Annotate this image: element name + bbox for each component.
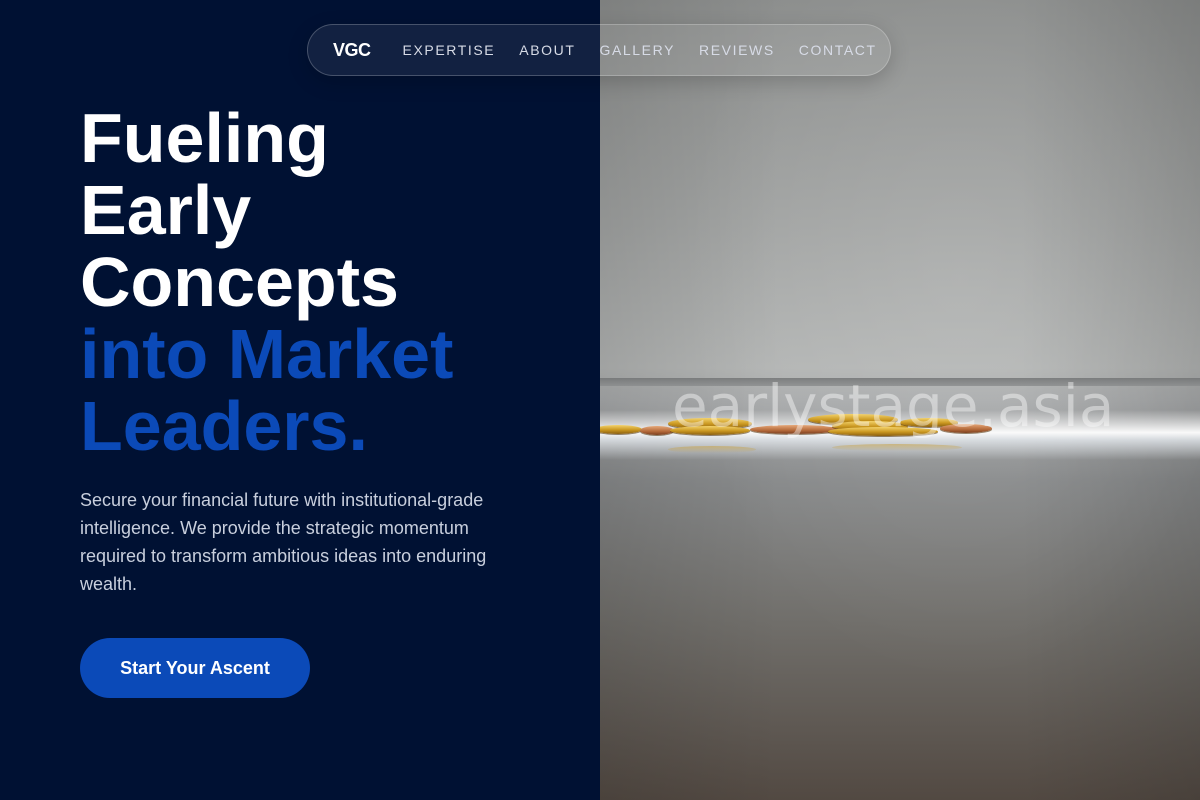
headline-line: Concepts — [80, 243, 399, 321]
logo[interactable]: VGC — [333, 40, 371, 61]
headline-accent-line: Leaders. — [80, 387, 368, 465]
hero-description: Secure your financial future with instit… — [80, 490, 487, 594]
nav-item-reviews[interactable]: REVIEWS — [699, 42, 775, 58]
hero-image: earlystage.asia — [600, 0, 1200, 800]
nav-item-expertise[interactable]: EXPERTISE — [403, 42, 496, 58]
headline-line: Early — [80, 171, 252, 249]
nav-item-about[interactable]: ABOUT — [519, 42, 575, 58]
start-your-ascent-button[interactable]: Start Your Ascent — [80, 638, 310, 698]
page: earlystage.asia VGC EXPERTISE ABOUT GALL… — [0, 0, 1200, 800]
coin-reflection — [668, 446, 756, 453]
nav-item-gallery[interactable]: GALLERY — [599, 42, 675, 58]
headline-line: Fueling — [80, 99, 329, 177]
top-navigation: VGC EXPERTISE ABOUT GALLERY REVIEWS CONT… — [307, 24, 891, 76]
headline-accent-line: into Market — [80, 315, 454, 393]
coin-reflection — [832, 444, 962, 451]
nav-item-contact[interactable]: CONTACT — [799, 42, 877, 58]
coin — [640, 426, 674, 435]
hero-headline: Fueling Early Concepts into Market Leade… — [80, 102, 453, 462]
watermark-text: earlystage.asia — [672, 372, 1115, 440]
